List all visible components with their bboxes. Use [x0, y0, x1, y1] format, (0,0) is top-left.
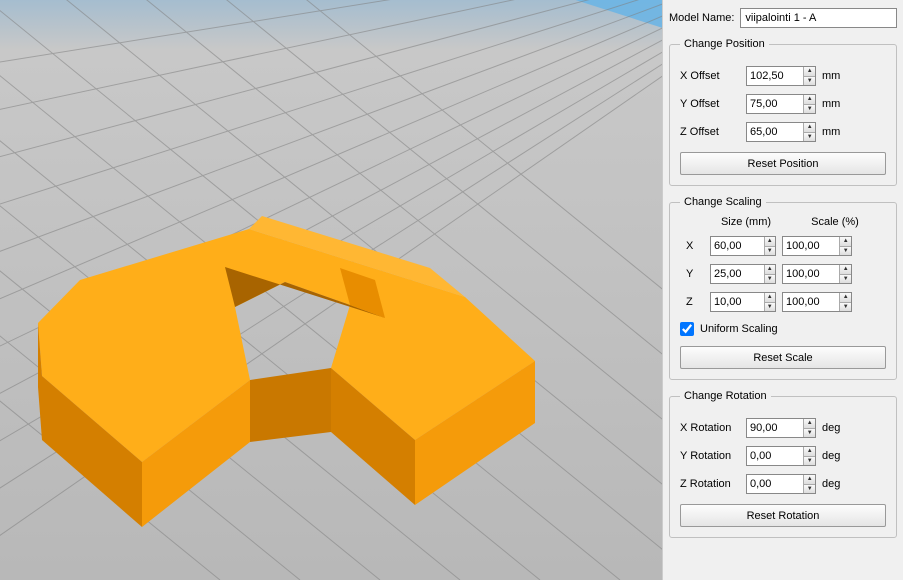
- z-offset-up-icon[interactable]: ▲: [804, 123, 815, 133]
- uniform-scaling-checkbox[interactable]: [680, 322, 694, 336]
- size-z-spinner[interactable]: ▲▼: [710, 292, 776, 312]
- x-offset-up-icon[interactable]: ▲: [804, 67, 815, 77]
- unit-mm: mm: [822, 126, 850, 138]
- scale-header: Scale (%): [800, 216, 870, 228]
- y-offset-input[interactable]: [747, 95, 803, 113]
- reset-scale-button[interactable]: Reset Scale: [680, 346, 886, 369]
- z-rotation-label: Z Rotation: [680, 478, 740, 490]
- size-y-spinner[interactable]: ▲▼: [710, 264, 776, 284]
- z-rot-up-icon[interactable]: ▲: [804, 475, 815, 485]
- y-rot-down-icon[interactable]: ▼: [804, 457, 815, 466]
- y-rotation-label: Y Rotation: [680, 450, 740, 462]
- scale-z-input[interactable]: [783, 293, 839, 311]
- size-y-down-icon[interactable]: ▼: [765, 275, 775, 284]
- scale-y-down-icon[interactable]: ▼: [840, 275, 851, 284]
- scale-x-label: X: [680, 240, 704, 252]
- model-name-label: Model Name:: [669, 12, 734, 24]
- scaling-legend: Change Scaling: [680, 196, 766, 208]
- scale-x-input[interactable]: [783, 237, 839, 255]
- unit-deg: deg: [822, 422, 850, 434]
- y-offset-down-icon[interactable]: ▼: [804, 105, 815, 114]
- size-z-down-icon[interactable]: ▼: [765, 303, 775, 312]
- viewport-canvas: [0, 0, 662, 580]
- size-header: Size (mm): [716, 216, 776, 228]
- scale-x-spinner[interactable]: ▲▼: [782, 236, 852, 256]
- model-mesh: [38, 216, 535, 527]
- size-z-up-icon[interactable]: ▲: [765, 293, 775, 303]
- scale-z-label: Z: [680, 296, 704, 308]
- scale-x-down-icon[interactable]: ▼: [840, 247, 851, 256]
- size-x-input[interactable]: [711, 237, 764, 255]
- scale-y-label: Y: [680, 268, 704, 280]
- x-rot-down-icon[interactable]: ▼: [804, 429, 815, 438]
- uniform-scaling-label: Uniform Scaling: [700, 323, 778, 335]
- x-offset-label: X Offset: [680, 70, 740, 82]
- position-group: Change Position X Offset ▲ ▼ mm Y Offset…: [669, 38, 897, 186]
- x-rotation-label: X Rotation: [680, 422, 740, 434]
- z-rot-down-icon[interactable]: ▼: [804, 485, 815, 494]
- rotation-group: Change Rotation X Rotation ▲▼ deg Y Rota…: [669, 390, 897, 538]
- rotation-legend: Change Rotation: [680, 390, 771, 402]
- z-rotation-spinner[interactable]: ▲▼: [746, 474, 816, 494]
- unit-deg: deg: [822, 478, 850, 490]
- size-x-up-icon[interactable]: ▲: [765, 237, 775, 247]
- size-x-down-icon[interactable]: ▼: [765, 247, 775, 256]
- scale-y-input[interactable]: [783, 265, 839, 283]
- z-offset-spinner[interactable]: ▲ ▼: [746, 122, 816, 142]
- y-offset-up-icon[interactable]: ▲: [804, 95, 815, 105]
- x-offset-spinner[interactable]: ▲ ▼: [746, 66, 816, 86]
- x-rotation-spinner[interactable]: ▲▼: [746, 418, 816, 438]
- reset-rotation-button[interactable]: Reset Rotation: [680, 504, 886, 527]
- unit-deg: deg: [822, 450, 850, 462]
- model-name-input[interactable]: [740, 8, 897, 28]
- properties-panel: Model Name: Change Position X Offset ▲ ▼…: [662, 0, 903, 580]
- size-y-up-icon[interactable]: ▲: [765, 265, 775, 275]
- z-offset-down-icon[interactable]: ▼: [804, 133, 815, 142]
- x-rotation-input[interactable]: [747, 419, 803, 437]
- size-z-input[interactable]: [711, 293, 764, 311]
- size-x-spinner[interactable]: ▲▼: [710, 236, 776, 256]
- scale-z-up-icon[interactable]: ▲: [840, 293, 851, 303]
- scale-y-spinner[interactable]: ▲▼: [782, 264, 852, 284]
- scaling-group: Change Scaling Size (mm) Scale (%) X ▲▼ …: [669, 196, 897, 380]
- z-offset-input[interactable]: [747, 123, 803, 141]
- unit-mm: mm: [822, 70, 850, 82]
- x-rot-up-icon[interactable]: ▲: [804, 419, 815, 429]
- reset-position-button[interactable]: Reset Position: [680, 152, 886, 175]
- z-offset-label: Z Offset: [680, 126, 740, 138]
- scale-z-spinner[interactable]: ▲▼: [782, 292, 852, 312]
- scale-z-down-icon[interactable]: ▼: [840, 303, 851, 312]
- y-rotation-input[interactable]: [747, 447, 803, 465]
- 3d-viewport[interactable]: [0, 0, 662, 580]
- position-legend: Change Position: [680, 38, 769, 50]
- y-offset-spinner[interactable]: ▲ ▼: [746, 94, 816, 114]
- scale-x-up-icon[interactable]: ▲: [840, 237, 851, 247]
- x-offset-input[interactable]: [747, 67, 803, 85]
- y-rot-up-icon[interactable]: ▲: [804, 447, 815, 457]
- x-offset-down-icon[interactable]: ▼: [804, 77, 815, 86]
- y-rotation-spinner[interactable]: ▲▼: [746, 446, 816, 466]
- z-rotation-input[interactable]: [747, 475, 803, 493]
- unit-mm: mm: [822, 98, 850, 110]
- y-offset-label: Y Offset: [680, 98, 740, 110]
- scale-y-up-icon[interactable]: ▲: [840, 265, 851, 275]
- size-y-input[interactable]: [711, 265, 764, 283]
